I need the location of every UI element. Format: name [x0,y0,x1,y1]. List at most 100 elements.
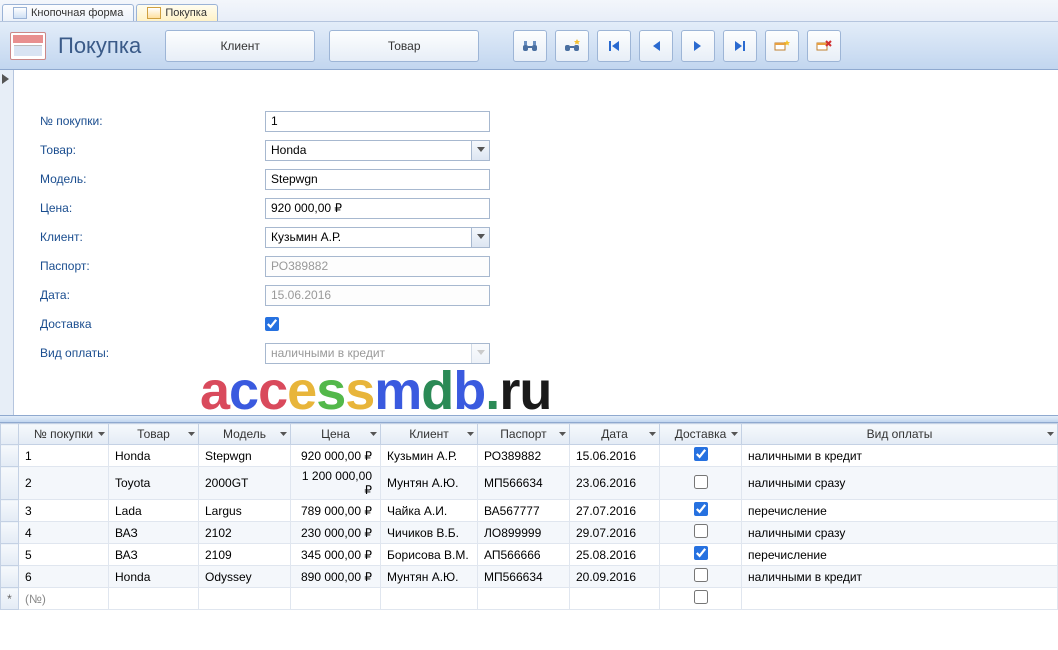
cell-paytype[interactable]: перечисление [742,544,1058,566]
row-selector[interactable] [1,500,19,522]
chevron-down-icon[interactable] [278,429,288,439]
cell-price[interactable]: 230 000,00 ₽ [291,522,381,544]
cell-passport[interactable]: РО389882 [478,445,570,467]
table-row[interactable]: 1HondaStepwgn920 000,00 ₽Кузьмин А.Р.РО3… [1,445,1058,467]
table-row[interactable]: 4ВАЗ2102230 000,00 ₽Чичиков В.Б.ЛО899999… [1,522,1058,544]
cell-passport[interactable]: ВА567777 [478,500,570,522]
delivery-checkbox[interactable] [694,524,708,538]
chevron-down-icon[interactable] [471,141,489,160]
cell-delivery[interactable] [660,544,742,566]
cell-product[interactable]: Honda [109,566,199,588]
cell-delivery[interactable] [660,588,742,610]
table-row[interactable]: 2Toyota2000GT1 200 000,00 ₽Мунтян А.Ю.МП… [1,467,1058,500]
cell-price[interactable]: 1 200 000,00 ₽ [291,467,381,500]
table-row[interactable]: 5ВАЗ2109345 000,00 ₽Борисова В.М.АП56666… [1,544,1058,566]
find-button[interactable] [513,30,547,62]
cell-client[interactable]: Кузьмин А.Р. [381,445,478,467]
product-button[interactable]: Товар [329,30,479,62]
col-client[interactable]: Клиент [381,424,478,445]
cell-passport[interactable]: АП566666 [478,544,570,566]
new-record-button[interactable] [765,30,799,62]
chevron-down-icon[interactable] [557,429,567,439]
chevron-down-icon[interactable] [186,429,196,439]
delivery-checkbox[interactable] [694,590,708,604]
cell-model[interactable]: 2109 [199,544,291,566]
cell-date[interactable]: 20.09.2016 [570,566,660,588]
cell-delivery[interactable] [660,500,742,522]
row-selector[interactable] [1,544,19,566]
cell-client[interactable]: Чайка А.И. [381,500,478,522]
cell-paytype[interactable]: наличными в кредит [742,566,1058,588]
cell-model[interactable] [199,588,291,610]
table-row[interactable]: 3LadaLargus789 000,00 ₽Чайка А.И.ВА56777… [1,500,1058,522]
cell-product[interactable]: ВАЗ [109,544,199,566]
record-selector[interactable] [0,70,14,415]
client-combo[interactable] [265,227,490,248]
cell-price[interactable]: 345 000,00 ₽ [291,544,381,566]
chevron-down-icon[interactable] [1045,429,1055,439]
cell-client[interactable]: Чичиков В.Б. [381,522,478,544]
last-record-button[interactable] [723,30,757,62]
chevron-down-icon[interactable] [96,429,106,439]
row-selector[interactable] [1,445,19,467]
chevron-down-icon[interactable] [647,429,657,439]
col-paytype[interactable]: Вид оплаты [742,424,1058,445]
cell-model[interactable]: 2102 [199,522,291,544]
cell-product[interactable] [109,588,199,610]
product-input[interactable] [266,141,471,160]
new-row-marker[interactable]: * [1,588,19,610]
cell-client[interactable]: Мунтян А.Ю. [381,566,478,588]
cell-client[interactable]: Борисова В.М. [381,544,478,566]
cell-date[interactable]: 29.07.2016 [570,522,660,544]
cell-paytype[interactable] [742,588,1058,610]
find-replace-button[interactable] [555,30,589,62]
tab-purchase[interactable]: Покупка [136,4,218,21]
cell-no[interactable]: 6 [19,566,109,588]
cell-model[interactable]: Largus [199,500,291,522]
cell-delivery[interactable] [660,467,742,500]
delete-record-button[interactable] [807,30,841,62]
cell-paytype[interactable]: наличными сразу [742,522,1058,544]
cell-product[interactable]: Lada [109,500,199,522]
cell-no[interactable]: 2 [19,467,109,500]
row-selector[interactable] [1,522,19,544]
model-input[interactable] [265,169,490,190]
cell-price[interactable]: 890 000,00 ₽ [291,566,381,588]
cell-date[interactable]: 23.06.2016 [570,467,660,500]
cell-no[interactable]: 3 [19,500,109,522]
first-record-button[interactable] [597,30,631,62]
cell-date[interactable] [570,588,660,610]
delivery-checkbox[interactable] [694,502,708,516]
prev-record-button[interactable] [639,30,673,62]
chevron-down-icon[interactable] [465,429,475,439]
cell-price[interactable] [291,588,381,610]
delivery-checkbox[interactable] [694,447,708,461]
cell-product[interactable]: ВАЗ [109,522,199,544]
cell-passport[interactable]: ЛО899999 [478,522,570,544]
col-no[interactable]: № покупки [19,424,109,445]
col-price[interactable]: Цена [291,424,381,445]
chevron-down-icon[interactable] [471,228,489,247]
col-model[interactable]: Модель [199,424,291,445]
cell-paytype[interactable]: наличными в кредит [742,445,1058,467]
delivery-checkbox[interactable] [265,317,279,331]
cell-no[interactable]: 4 [19,522,109,544]
delivery-checkbox[interactable] [694,475,708,489]
cell-date[interactable]: 15.06.2016 [570,445,660,467]
cell-delivery[interactable] [660,445,742,467]
tab-button-form[interactable]: Кнопочная форма [2,4,134,21]
no-input[interactable] [265,111,490,132]
col-date[interactable]: Дата [570,424,660,445]
cell-model[interactable]: Stepwgn [199,445,291,467]
client-button[interactable]: Клиент [165,30,315,62]
col-passport[interactable]: Паспорт [478,424,570,445]
table-row[interactable]: 6HondaOdyssey890 000,00 ₽Мунтян А.Ю.МП56… [1,566,1058,588]
cell-price[interactable]: 920 000,00 ₽ [291,445,381,467]
cell-date[interactable]: 27.07.2016 [570,500,660,522]
cell-model[interactable]: Odyssey [199,566,291,588]
product-combo[interactable] [265,140,490,161]
chevron-down-icon[interactable] [729,429,739,439]
cell-date[interactable]: 25.08.2016 [570,544,660,566]
cell-client[interactable] [381,588,478,610]
new-row[interactable]: *(№) [1,588,1058,610]
